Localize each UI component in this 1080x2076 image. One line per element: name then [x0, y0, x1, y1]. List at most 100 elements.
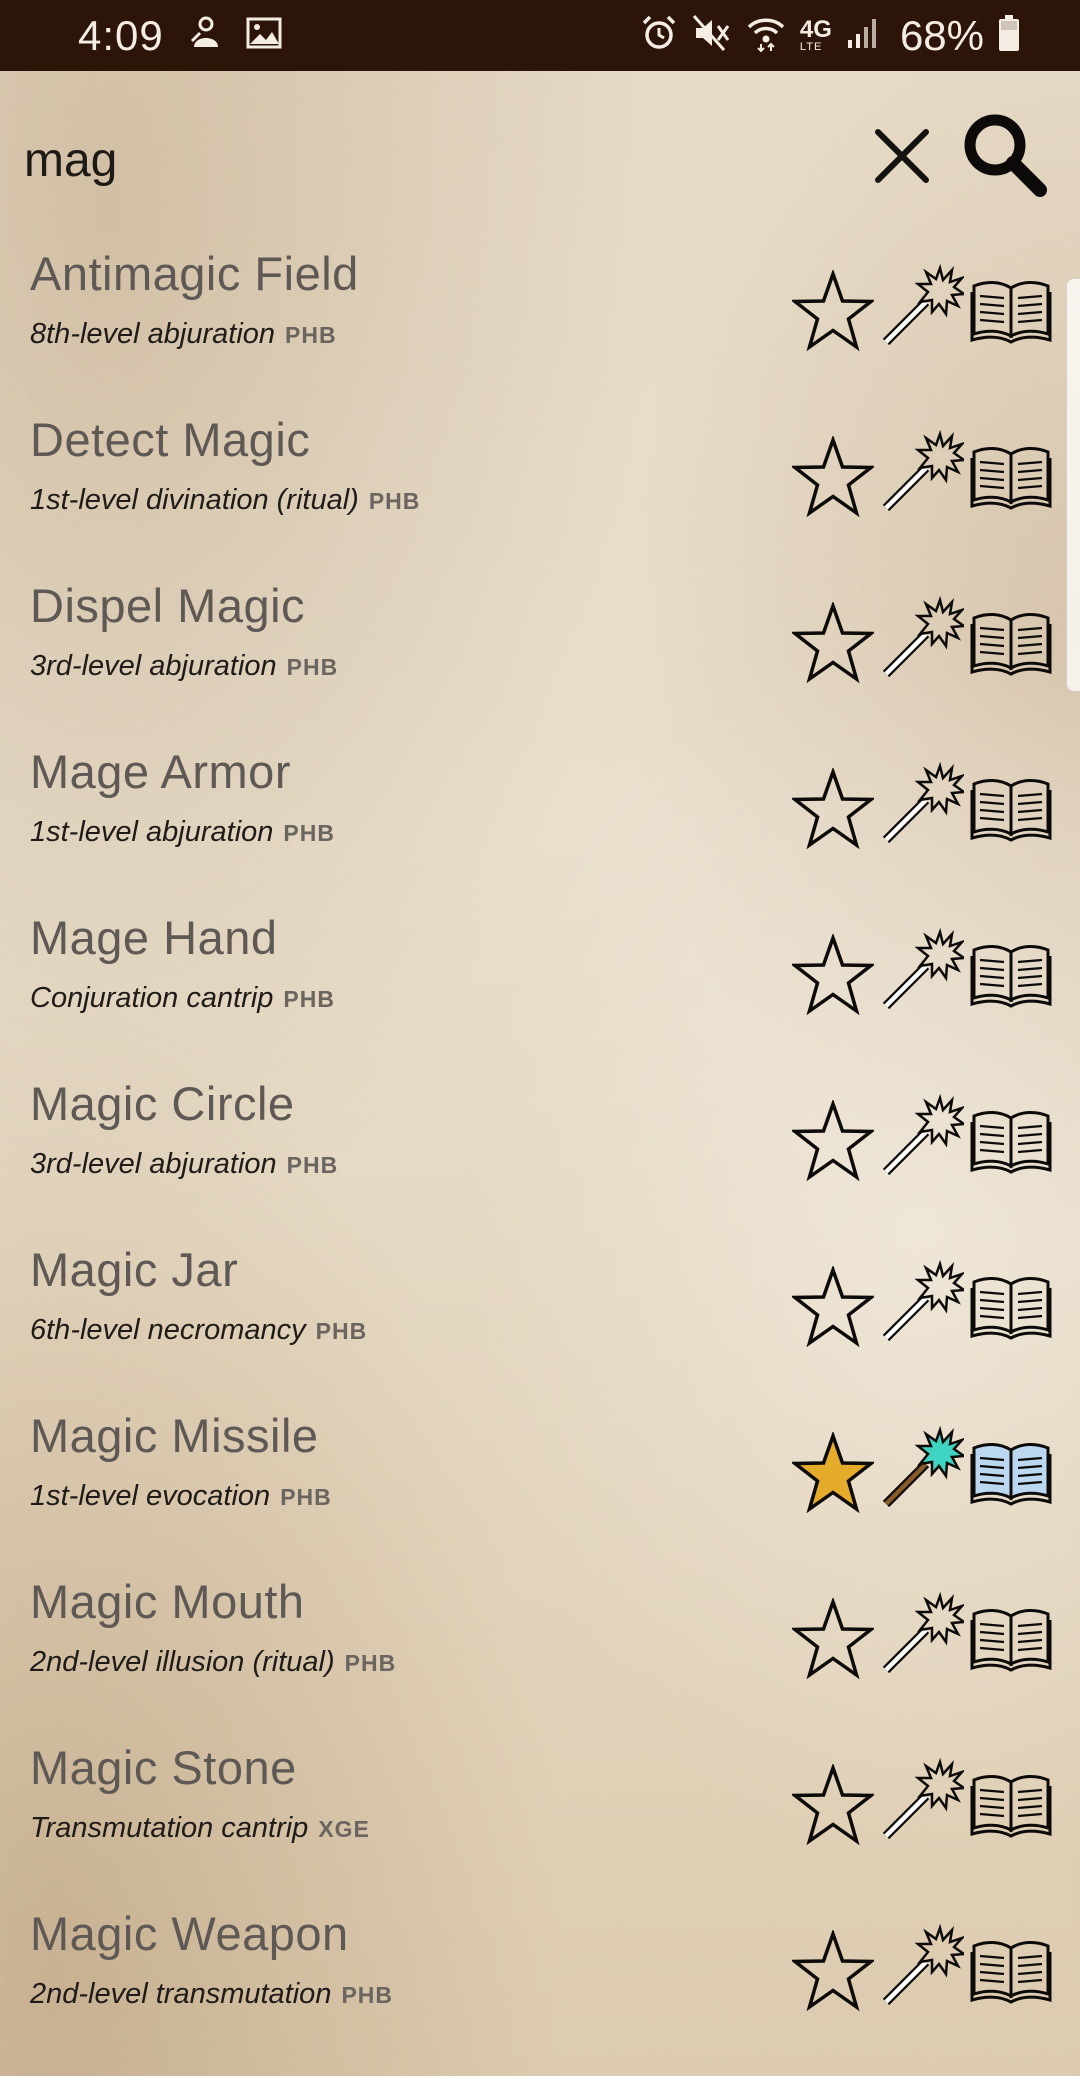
- star-icon[interactable]: [792, 602, 874, 684]
- spell-actions: [788, 1258, 1058, 1348]
- spell-row[interactable]: Detect Magic 1st-level divination (ritua…: [0, 398, 1080, 564]
- spell-level: 1st-level divination (ritual): [30, 484, 359, 516]
- star-icon[interactable]: [792, 1598, 874, 1680]
- spell-name: Magic Jar: [30, 1243, 239, 1296]
- star-icon[interactable]: [792, 436, 874, 518]
- wand-icon[interactable]: [880, 1260, 964, 1344]
- spell-actions: [788, 262, 1058, 352]
- spell-level: Conjuration cantrip: [30, 982, 274, 1014]
- spell-row[interactable]: Magic Jar 6th-level necromancy PHB: [0, 1228, 1080, 1394]
- spell-name: Magic Missile: [30, 1409, 319, 1462]
- spell-meta: 1st-level abjuration PHB: [30, 816, 335, 849]
- book-icon[interactable]: [970, 1440, 1052, 1506]
- spell-name: Magic Weapon: [30, 1907, 349, 1960]
- spell-row[interactable]: Mage Hand Conjuration cantrip PHB: [0, 896, 1080, 1062]
- spell-source: PHB: [283, 986, 335, 1012]
- status-bar: 4:09 4G LTE 68%: [0, 0, 1080, 71]
- star-icon[interactable]: [792, 1100, 874, 1182]
- battery-percent: 68%: [899, 11, 984, 59]
- spell-row[interactable]: Dispel Magic 3rd-level abjuration PHB: [0, 564, 1080, 730]
- star-icon[interactable]: [792, 1930, 874, 2012]
- clear-search-button[interactable]: [866, 120, 938, 192]
- spell-source: PHB: [283, 820, 335, 846]
- wand-icon[interactable]: [880, 430, 964, 514]
- status-time: 4:09: [78, 11, 164, 59]
- spell-source: PHB: [286, 654, 339, 680]
- spell-meta: Conjuration cantrip PHB: [30, 982, 335, 1015]
- spell-level: 1st-level evocation: [30, 1480, 271, 1512]
- spell-row[interactable]: Mage Armor 1st-level abjuration PHB: [0, 730, 1080, 896]
- spell-row[interactable]: Magic Weapon 2nd-level transmutation PHB: [0, 1892, 1080, 2058]
- wand-icon[interactable]: [880, 1758, 964, 1842]
- spell-level: 2nd-level transmutation: [30, 1978, 332, 2010]
- spell-row[interactable]: Magic Mouth 2nd-level illusion (ritual) P…: [0, 1560, 1080, 1726]
- wifi-icon: [746, 14, 786, 57]
- star-icon[interactable]: [792, 768, 874, 850]
- book-icon[interactable]: [970, 278, 1052, 344]
- star-icon[interactable]: [792, 934, 874, 1016]
- spell-meta: Transmutation cantrip XGE: [30, 1812, 370, 1845]
- status-right: 4G LTE 68%: [640, 12, 1020, 60]
- wand-icon[interactable]: [880, 264, 964, 348]
- book-icon[interactable]: [970, 1606, 1052, 1672]
- spell-row[interactable]: Magic Circle 3rd-level abjuration PHB: [0, 1062, 1080, 1228]
- lte-icon: 4G LTE: [800, 18, 832, 53]
- spell-actions: [788, 594, 1058, 684]
- wand-icon[interactable]: [880, 1924, 964, 2008]
- signal-icon: [846, 16, 880, 55]
- wand-icon[interactable]: [880, 596, 964, 680]
- spell-row[interactable]: Antimagic Field 8th-level abjuration PHB: [0, 232, 1080, 398]
- search-icon: [964, 114, 1047, 197]
- spell-meta: 1st-level divination (ritual) PHB: [30, 484, 420, 517]
- wand-icon[interactable]: [880, 762, 964, 846]
- search-input[interactable]: [24, 118, 804, 202]
- spell-level: 3rd-level abjuration: [30, 650, 277, 682]
- spell-meta: 8th-level abjuration PHB: [30, 318, 337, 351]
- network-sub-label: LTE: [799, 41, 823, 53]
- spell-name: Mage Hand: [30, 911, 278, 964]
- spell-meta: 2nd-level illusion (ritual) PHB: [30, 1646, 396, 1679]
- spell-level: 6th-level necromancy: [30, 1314, 306, 1346]
- image-icon: [246, 16, 282, 55]
- spell-actions: [788, 1756, 1058, 1846]
- spell-name: Detect Magic: [30, 413, 311, 466]
- spell-source: XGE: [318, 1816, 370, 1842]
- network-label: 4G: [799, 16, 832, 43]
- spell-row[interactable]: Magic Missile 1st-level evocation PHB: [0, 1394, 1080, 1560]
- book-icon[interactable]: [970, 1108, 1052, 1174]
- spell-list: Antimagic Field 8th-level abjuration PHB …: [0, 232, 1080, 2058]
- spell-source: PHB: [368, 488, 421, 514]
- book-icon[interactable]: [970, 776, 1052, 842]
- spell-meta: 3rd-level abjuration PHB: [30, 1148, 338, 1181]
- star-icon[interactable]: [792, 270, 874, 352]
- star-icon[interactable]: [792, 1764, 874, 1846]
- search-button[interactable]: [960, 110, 1050, 200]
- spell-source: PHB: [280, 1484, 332, 1510]
- spell-actions: [788, 1424, 1058, 1514]
- spell-level: 8th-level abjuration: [30, 318, 276, 350]
- book-icon[interactable]: [970, 444, 1052, 510]
- book-icon[interactable]: [970, 1772, 1052, 1838]
- spell-source: PHB: [285, 322, 337, 348]
- spell-row[interactable]: Magic Stone Transmutation cantrip XGE: [0, 1726, 1080, 1892]
- battery-icon: [998, 14, 1020, 57]
- wand-icon[interactable]: [880, 1094, 964, 1178]
- bixby-icon: [188, 13, 224, 58]
- spell-actions: [788, 926, 1058, 1016]
- spell-name: Magic Mouth: [30, 1575, 305, 1628]
- star-icon[interactable]: [792, 1266, 874, 1348]
- spell-level: 2nd-level illusion (ritual): [30, 1646, 335, 1678]
- spell-actions: [788, 760, 1058, 850]
- wand-icon[interactable]: [880, 928, 964, 1012]
- wand-icon[interactable]: [880, 1592, 964, 1676]
- wand-icon[interactable]: [880, 1426, 964, 1510]
- close-icon: [875, 129, 929, 183]
- star-icon[interactable]: [792, 1432, 874, 1514]
- mute-icon: [692, 14, 732, 57]
- spell-level: 1st-level abjuration: [30, 816, 274, 848]
- book-icon[interactable]: [970, 942, 1052, 1008]
- spell-actions: [788, 428, 1058, 518]
- book-icon[interactable]: [970, 1274, 1052, 1340]
- book-icon[interactable]: [970, 1938, 1052, 2004]
- book-icon[interactable]: [970, 610, 1052, 676]
